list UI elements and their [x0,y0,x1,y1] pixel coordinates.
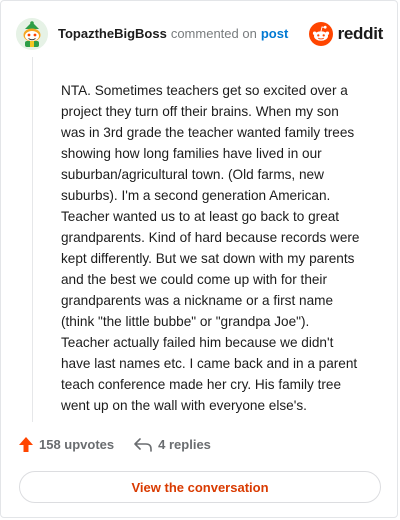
comment-card: TopaztheBigBoss commented on post reddit N… [0,0,398,518]
replies-button[interactable]: 4 replies [134,437,211,452]
username[interactable]: TopaztheBigBoss [58,26,167,41]
comment-meta: TopaztheBigBoss commented on post [58,26,288,42]
post-link[interactable]: post [261,26,288,41]
brand-name: reddit [337,24,384,43]
reddit-logo-icon [308,22,333,46]
reddit-brand[interactable]: reddit [308,22,384,46]
user-avatar[interactable] [16,18,48,50]
reply-count: 4 replies [158,437,211,452]
comment-body: NTA. Sometimes teachers get so excited o… [61,83,360,413]
snoo-avatar-icon [16,18,48,50]
reply-arrow-icon [134,437,152,452]
upvote-arrow-icon [19,437,33,452]
comment-header: TopaztheBigBoss commented on post reddit [16,17,383,51]
upvote-button[interactable]: 158 upvotes [19,437,114,452]
thread-line [32,57,33,422]
view-conversation-button[interactable]: View the conversation [19,471,381,503]
comment-actions: 158 upvotes 4 replies [19,437,211,452]
upvote-count: 158 upvotes [39,437,115,452]
action-text: commented on [170,26,257,41]
